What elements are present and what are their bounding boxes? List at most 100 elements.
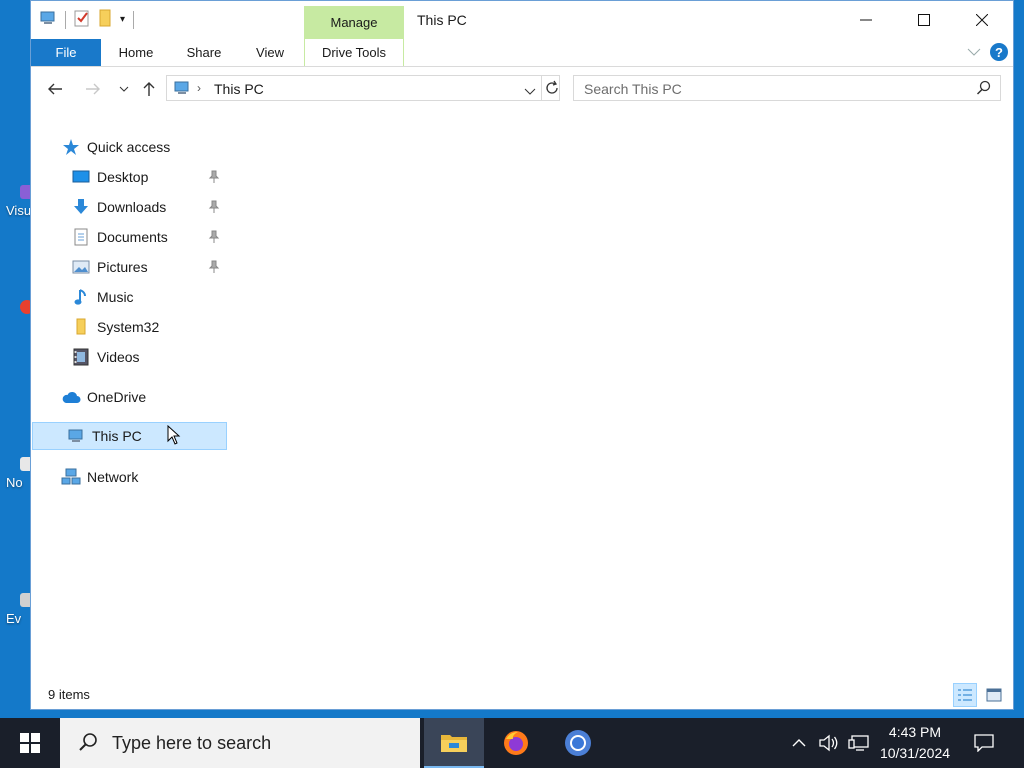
network-monitor-icon [848, 735, 869, 751]
new-folder-icon[interactable] [98, 9, 112, 30]
search-icon [976, 80, 992, 99]
large-icons-view-button[interactable] [982, 683, 1006, 707]
customize-qat-icon[interactable]: ▾ [120, 14, 125, 25]
search-input[interactable]: Search This PC [584, 81, 682, 97]
nav-label: Quick access [87, 139, 171, 155]
nav-item-network[interactable]: Network [61, 463, 227, 491]
refresh-icon[interactable] [544, 80, 560, 99]
taskbar-file-explorer[interactable] [424, 718, 484, 768]
pin-icon[interactable] [208, 260, 220, 277]
taskbar-firefox[interactable] [486, 718, 546, 768]
maximize-button[interactable] [895, 1, 953, 39]
clock-time: 4:43 PM [888, 724, 942, 740]
ribbon-tabs: File Home Share View Drive Tools ? [31, 39, 1013, 67]
network-icon [61, 467, 81, 487]
address-bar[interactable]: › This PC [166, 75, 560, 101]
show-hidden-icons-button[interactable] [788, 718, 810, 768]
tab-share[interactable]: Share [179, 39, 229, 66]
taskbar-chrome[interactable] [548, 718, 608, 768]
pictures-icon [71, 257, 91, 277]
nav-item-music[interactable]: Music [71, 283, 227, 311]
address-dropdown-icon[interactable] [524, 84, 536, 99]
speaker-icon [819, 734, 838, 752]
address-divider [541, 76, 542, 100]
nav-label: Documents [97, 229, 168, 245]
cloud-icon [61, 387, 81, 407]
taskbar-search-input[interactable]: Type here to search [112, 733, 271, 754]
file-explorer-window: ▾ Manage This PC File Home Share View Dr… [30, 0, 1014, 710]
computer-icon[interactable] [39, 10, 57, 29]
chevron-up-icon [792, 739, 806, 747]
qat-separator [65, 10, 66, 29]
volume-button[interactable] [816, 718, 842, 768]
window-title: This PC [417, 12, 467, 28]
mouse-cursor-icon [167, 424, 181, 448]
help-icon[interactable]: ? [989, 42, 1009, 65]
notification-icon [974, 734, 994, 752]
nav-item-this-pc[interactable]: This PC [32, 422, 227, 450]
svg-text:?: ? [995, 45, 1003, 60]
firefox-icon [504, 731, 528, 755]
taskbar-clock[interactable]: 4:43 PM 10/31/2024 [870, 722, 960, 764]
nav-label: Desktop [97, 169, 149, 185]
nav-label: Downloads [97, 199, 167, 215]
expand-ribbon-icon[interactable] [967, 45, 981, 60]
start-button[interactable] [0, 718, 60, 768]
search-icon [78, 732, 98, 755]
star-icon [61, 137, 81, 157]
nav-label: System32 [97, 319, 160, 335]
breadcrumb-this-pc[interactable]: This PC [214, 81, 264, 97]
nav-item-pictures[interactable]: Pictures [71, 253, 227, 281]
recent-locations-button[interactable] [113, 78, 135, 100]
up-button[interactable] [138, 78, 160, 100]
computer-icon [173, 80, 191, 99]
properties-icon[interactable] [74, 9, 90, 30]
nav-item-quick-access[interactable]: Quick access [61, 133, 227, 161]
minimize-button[interactable] [837, 1, 895, 39]
nav-item-downloads[interactable]: Downloads [71, 193, 227, 221]
documents-icon [71, 227, 91, 247]
title-bar: ▾ Manage This PC [31, 1, 1013, 39]
nav-item-desktop[interactable]: Desktop [71, 163, 227, 191]
nav-label: This PC [92, 428, 142, 444]
nav-label: Pictures [97, 259, 148, 275]
chrome-icon [565, 730, 591, 756]
network-status-button[interactable] [846, 718, 872, 768]
tab-drive-tools[interactable]: Drive Tools [304, 39, 404, 66]
quick-access-toolbar: ▾ [39, 9, 135, 30]
action-center-button[interactable] [966, 718, 1002, 768]
nav-label: Music [97, 289, 134, 305]
pin-icon[interactable] [208, 230, 220, 247]
taskbar: Type here to search 4:43 PM 10/31/2024 [0, 718, 1024, 768]
nav-item-onedrive[interactable]: OneDrive [61, 383, 227, 411]
videos-icon [71, 347, 91, 367]
nav-item-documents[interactable]: Documents [71, 223, 227, 251]
taskbar-search-box[interactable]: Type here to search [60, 718, 420, 768]
close-button[interactable] [953, 1, 1011, 39]
pin-icon[interactable] [208, 200, 220, 217]
file-explorer-icon [441, 735, 467, 752]
forward-button[interactable] [82, 78, 104, 100]
status-item-count: 9 items [48, 687, 90, 702]
desktop-icon [71, 167, 91, 187]
pin-icon[interactable] [208, 170, 220, 187]
clock-date: 10/31/2024 [879, 745, 951, 761]
tab-file[interactable]: File [31, 39, 101, 66]
back-button[interactable] [44, 78, 66, 100]
folder-icon [71, 317, 91, 337]
details-view-button[interactable] [953, 683, 977, 707]
qat-separator [133, 10, 135, 29]
tab-manage[interactable]: Manage [304, 6, 404, 39]
tab-view[interactable]: View [245, 39, 295, 66]
computer-icon [66, 426, 86, 446]
navigation-bar: › This PC Search This PC [31, 74, 1013, 104]
breadcrumb-chevron-icon[interactable]: › [197, 81, 201, 95]
nav-label: Videos [97, 349, 140, 365]
tab-home[interactable]: Home [111, 39, 161, 66]
nav-label: OneDrive [87, 389, 147, 405]
nav-item-system32[interactable]: System32 [71, 313, 227, 341]
search-box[interactable]: Search This PC [573, 75, 1001, 101]
nav-label: Network [87, 469, 139, 485]
nav-item-videos[interactable]: Videos [71, 343, 227, 371]
windows-logo-icon [20, 733, 40, 753]
